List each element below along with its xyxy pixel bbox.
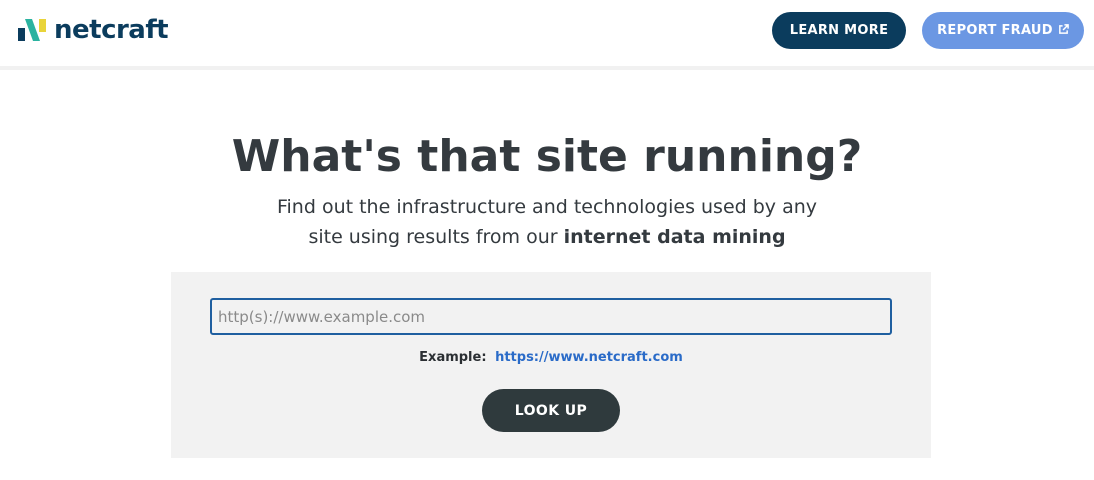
learn-more-label: LEARN MORE bbox=[789, 23, 889, 38]
page-title: What's that site running? bbox=[231, 131, 863, 182]
external-link-icon bbox=[1058, 23, 1069, 38]
report-fraud-label: REPORT FRAUD bbox=[937, 23, 1053, 38]
look-up-button[interactable]: LOOK UP bbox=[482, 389, 620, 432]
lookup-panel: Example: https://www.netcraft.com LOOK U… bbox=[171, 272, 931, 458]
site-header: netcraft LEARN MORE REPORT FRAUD bbox=[0, 0, 1094, 70]
example-hint: Example: https://www.netcraft.com bbox=[171, 350, 931, 365]
netcraft-logo[interactable]: netcraft bbox=[18, 15, 169, 45]
learn-more-button[interactable]: LEARN MORE bbox=[772, 12, 906, 49]
netcraft-logo-icon bbox=[18, 19, 46, 41]
page-subtitle: Find out the infrastructure and technolo… bbox=[267, 192, 827, 252]
header-nav: LEARN MORE REPORT FRAUD bbox=[772, 12, 1084, 49]
hero-section: What's that site running? Find out the i… bbox=[0, 130, 1094, 252]
brand-name: netcraft bbox=[54, 15, 169, 45]
example-link[interactable]: https://www.netcraft.com bbox=[495, 350, 683, 365]
example-label: Example: bbox=[419, 350, 487, 365]
url-search-input[interactable] bbox=[210, 298, 892, 335]
report-fraud-button[interactable]: REPORT FRAUD bbox=[922, 12, 1084, 49]
subtitle-line-1: Find out the infrastructure and technolo… bbox=[276, 196, 818, 218]
subtitle-line-2: site using results from our bbox=[308, 226, 558, 248]
subtitle-emphasis: internet data mining bbox=[563, 226, 786, 248]
